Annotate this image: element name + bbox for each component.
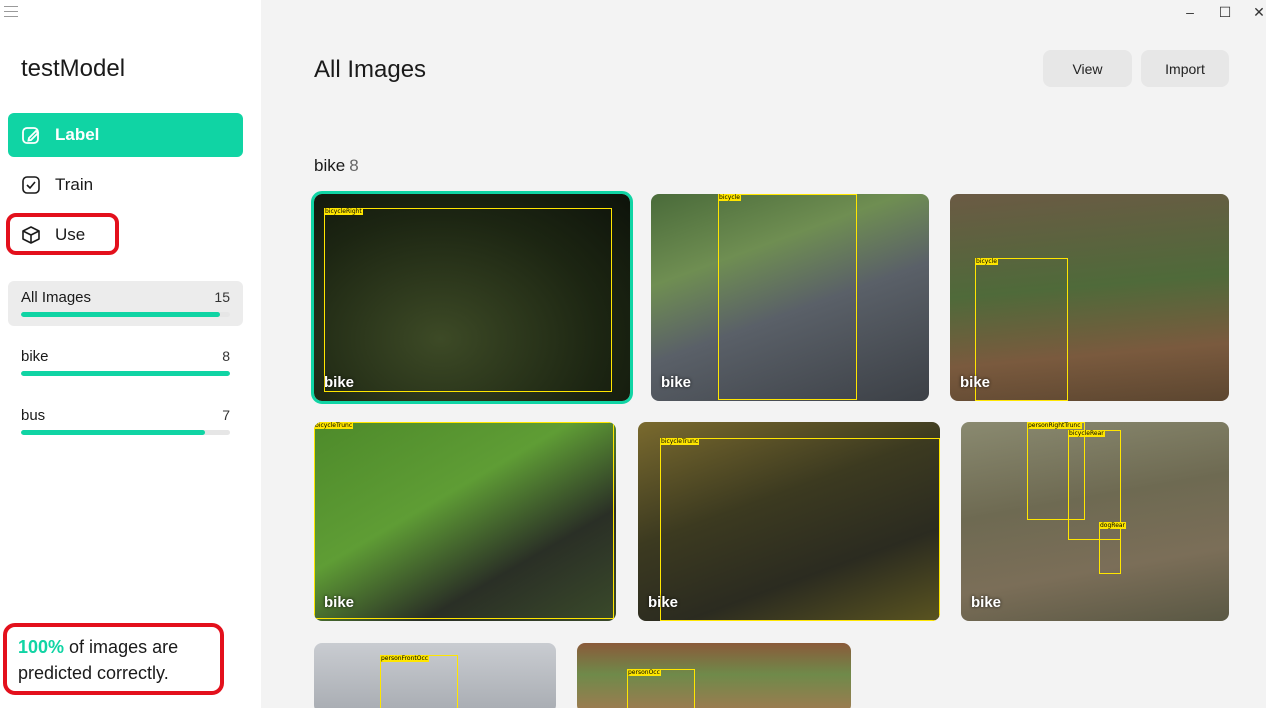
progress-fill <box>21 371 230 376</box>
image-label: bike <box>324 594 355 611</box>
model-title: testModel <box>21 55 126 82</box>
accuracy-stat: 100% of images are predicted correctly. <box>18 634 218 686</box>
close-icon[interactable]: ✕ <box>1249 2 1266 22</box>
view-button[interactable]: View <box>1043 50 1132 87</box>
nav-item-train-text: Train <box>55 175 94 194</box>
pencil-edit-icon <box>22 127 40 144</box>
category-all-images[interactable]: All Images 15 <box>8 281 243 326</box>
image-tile[interactable]: bicycleTrunc bike <box>638 422 940 621</box>
image-tile[interactable]: bicycle bike <box>651 194 929 401</box>
bbox-label: bicycle <box>718 194 741 201</box>
image-tile[interactable]: bicycleRight bike <box>311 191 633 404</box>
maximize-icon[interactable]: ☐ <box>1215 2 1235 22</box>
bbox-label: bicycleTrunc <box>660 438 700 445</box>
nav-item-use-text: Use <box>55 225 86 244</box>
bbox-label: bicycleRight <box>324 208 363 215</box>
category-progress-bar <box>21 430 230 435</box>
category-name: bus <box>21 407 46 424</box>
category-count: 15 <box>214 289 230 305</box>
category-name: bike <box>21 348 49 365</box>
page-title: All Images <box>314 56 427 83</box>
sidebar: testModel Label Train Use All Images 15 … <box>0 0 261 708</box>
bbox-label: personOcc <box>627 669 661 676</box>
cube-icon <box>22 226 40 244</box>
category-count: 8 <box>222 348 230 364</box>
image-label: bike <box>648 594 679 611</box>
bounding-box: bicycleTrunc <box>660 438 940 621</box>
category-progress-bar <box>21 312 230 317</box>
image-tile[interactable]: personRightTrunc bicycleRear dogRear bik… <box>961 422 1229 621</box>
import-button[interactable]: Import <box>1141 50 1229 87</box>
bounding-box: bicycleTrunc <box>314 422 614 619</box>
bounding-box: personFrontOcc <box>380 655 458 708</box>
bbox-label: personFrontOcc <box>380 655 430 662</box>
image-label: bike <box>971 594 1002 611</box>
progress-fill <box>21 430 205 435</box>
category-progress-bar <box>21 371 230 376</box>
accuracy-percent: 100% <box>18 637 65 657</box>
bbox-label: personRightTrunc <box>1027 422 1082 429</box>
group-label: bike <box>314 156 346 175</box>
hamburger-menu-icon[interactable] <box>4 6 18 18</box>
progress-fill <box>21 312 220 317</box>
image-label: bike <box>960 374 991 391</box>
bbox-label: bicycleRear <box>1068 430 1105 437</box>
group-heading: bike 8 <box>314 156 359 176</box>
category-name: All Images <box>21 289 92 306</box>
image-tile[interactable]: bicycle bike <box>950 194 1229 401</box>
nav-item-label-text: Label <box>55 125 100 144</box>
bounding-box: bicycleRight <box>324 208 612 392</box>
image-tile[interactable]: personFrontOcc <box>314 643 556 708</box>
image-tile[interactable]: bicycleTrunc bike <box>314 422 616 621</box>
minimize-icon[interactable]: – <box>1180 2 1200 22</box>
bbox-label: dogRear <box>1099 522 1127 529</box>
image-tile[interactable]: personOcc <box>577 643 851 708</box>
nav-item-use[interactable]: Use <box>8 213 243 257</box>
image-label: bike <box>661 374 692 391</box>
category-bike[interactable]: bike 8 <box>8 340 243 385</box>
category-bus[interactable]: bus 7 <box>8 399 243 444</box>
checkbox-icon <box>22 176 40 194</box>
bounding-box: bicycle <box>718 194 857 400</box>
bounding-box: dogRear <box>1099 522 1127 574</box>
nav-item-train[interactable]: Train <box>8 163 243 207</box>
image-label: bike <box>324 374 355 391</box>
bounding-box: personOcc <box>627 669 695 708</box>
bbox-label: bicycleTrunc <box>314 422 354 429</box>
category-count: 7 <box>222 407 230 423</box>
bbox-label: bicycle <box>975 258 998 265</box>
group-count: 8 <box>349 156 359 175</box>
nav-item-label[interactable]: Label <box>8 113 243 157</box>
